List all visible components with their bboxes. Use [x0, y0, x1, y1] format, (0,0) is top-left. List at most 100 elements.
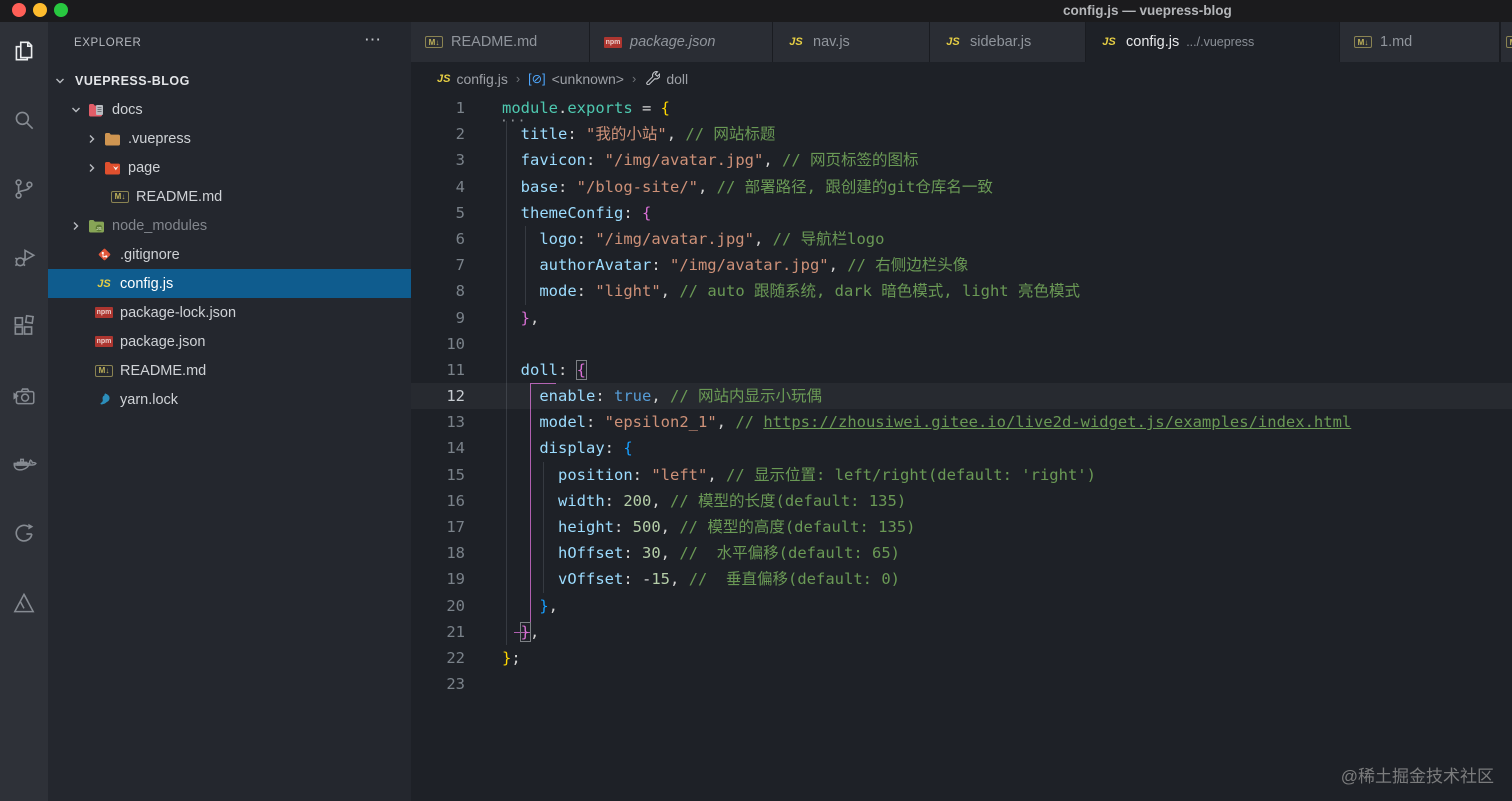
code-line[interactable]: 6 logo: "/img/avatar.jpg", // 导航栏logo [411, 226, 1512, 252]
code-line[interactable]: 16 width: 200, // 模型的长度(default: 135) [411, 488, 1512, 514]
explorer-tab[interactable] [0, 26, 48, 76]
wrench-icon [644, 69, 661, 88]
source-control-tab[interactable] [0, 164, 48, 214]
code-line[interactable]: 7 authorAvatar: "/img/avatar.jpg", // 右侧… [411, 252, 1512, 278]
code-line[interactable]: 18 hOffset: 30, // 水平偏移(default: 65) [411, 540, 1512, 566]
code-text: doll: { [520, 359, 588, 380]
sidebar-explorer: EXPLORER ⋯ VUEPRESS-BLOG docs .vuepress [48, 22, 411, 801]
tree-item-package-lock[interactable]: npm package-lock.json [48, 298, 411, 327]
code-line[interactable]: 23 [411, 671, 1512, 697]
gitlens-tab[interactable] [0, 509, 48, 559]
tab-partial[interactable]: M↓ [1500, 22, 1512, 62]
search-tab[interactable] [0, 95, 48, 145]
tree-item-page[interactable]: page [48, 153, 411, 182]
line-number: 19 [446, 570, 465, 589]
node-modules-folder-icon: JS [87, 218, 105, 234]
line-number: 14 [446, 439, 465, 458]
code-line[interactable]: 2 title: "我的小站", // 网站标题 [411, 121, 1512, 147]
chevron-separator-icon: › [515, 71, 521, 86]
tree-item-node-modules[interactable]: JS node_modules [48, 211, 411, 240]
breadcrumb: JS config.js › [⊘] <unknown> › doll [411, 62, 1512, 95]
line-number: 6 [455, 229, 465, 248]
tab-nav-js[interactable]: JS nav.js [773, 22, 930, 62]
tab-1-md[interactable]: M↓ 1.md [1340, 22, 1500, 62]
tab-config-js[interactable]: JS config.js .../.vuepress [1086, 22, 1340, 62]
tab-detail: .../.vuepress [1186, 35, 1255, 49]
code-line[interactable]: 10 [411, 331, 1512, 357]
code-line[interactable]: 12 enable: true, // 网站内显示小玩偶 [411, 383, 1512, 410]
code-line[interactable]: 8 mode: "light", // auto 跟随系统, dark 暗色模式… [411, 278, 1512, 304]
tab-label: README.md [451, 34, 538, 50]
code-editor[interactable]: ··· 1 module.exports = {2 title: "我的小站", … [411, 95, 1512, 801]
tab-sidebar-js[interactable]: JS sidebar.js [930, 22, 1086, 62]
codesnap-tab[interactable] [0, 371, 48, 421]
yarn-icon [95, 392, 113, 408]
tree-item-config-js[interactable]: JS config.js [48, 269, 411, 298]
js-icon: JS [437, 72, 451, 85]
line-number: 4 [455, 177, 465, 196]
svg-text:JS: JS [96, 226, 102, 231]
line-number: 1 [455, 99, 465, 117]
run-debug-tab[interactable] [0, 233, 48, 283]
code-line[interactable]: 4 base: "/blog-site/", // 部署路径, 跟创建的git仓… [411, 174, 1512, 200]
code-line[interactable]: 14 display: { [411, 435, 1512, 461]
breadcrumb-file[interactable]: JS config.js [437, 71, 508, 87]
code-line[interactable]: 9 }, [411, 305, 1512, 331]
js-icon: JS [789, 36, 803, 48]
source-control-icon [11, 176, 37, 202]
line-number: 15 [446, 465, 465, 484]
code-text: height: 500, // 模型的高度(default: 135) [558, 518, 916, 536]
code-text: authorAvatar: "/img/avatar.jpg", // 右侧边栏… [539, 256, 969, 275]
code-line[interactable]: 11 doll: { [411, 357, 1512, 383]
tree-item-gitignore[interactable]: .gitignore [48, 240, 411, 269]
tree-item-label: node_modules [112, 217, 208, 234]
tab-readme-md[interactable]: M↓ README.md [411, 22, 590, 62]
tree-item-package-json[interactable]: npm package.json [48, 327, 411, 356]
git-icon [95, 247, 113, 263]
folder-icon [103, 131, 121, 147]
breadcrumb-doll[interactable]: doll [644, 69, 688, 88]
code-line[interactable]: 5 themeConfig: { [411, 200, 1512, 226]
docs-folder-icon [87, 102, 105, 118]
code-line[interactable]: 13 model: "epsilon2_1", // https://zhous… [411, 409, 1512, 435]
maximize-window-icon[interactable] [54, 3, 68, 17]
code-line[interactable]: 21 }, [411, 619, 1512, 645]
line-number: 10 [446, 334, 465, 353]
tree-item-readme-docs[interactable]: M↓ README.md [48, 182, 411, 211]
close-window-icon[interactable] [12, 3, 26, 17]
markdown-icon: M↓ [1354, 36, 1372, 48]
file-tree: VUEPRESS-BLOG docs .vuepress page M↓ REA… [48, 66, 411, 414]
gitlens-icon [11, 521, 37, 547]
code-line[interactable]: 19 vOffset: -15, // 垂直偏移(default: 0) [411, 566, 1512, 592]
search-icon [11, 107, 37, 133]
tab-package-json[interactable]: npm package.json [590, 22, 773, 62]
js-icon: JS [97, 277, 111, 290]
tree-item-label: package-lock.json [120, 304, 237, 321]
tab-label: nav.js [813, 34, 850, 50]
tree-item-readme-root[interactable]: M↓ README.md [48, 356, 411, 385]
tree-item-vuepress[interactable]: .vuepress [48, 124, 411, 153]
explorer-actions-icon[interactable]: ⋯ [364, 30, 383, 50]
chevron-right-icon [68, 218, 84, 234]
code-line[interactable]: 20 }, [411, 593, 1512, 619]
minimize-window-icon[interactable] [33, 3, 47, 17]
tree-root-vuepress-blog[interactable]: VUEPRESS-BLOG [48, 66, 411, 95]
breadcrumb-symbol[interactable]: [⊘] <unknown> [528, 71, 624, 87]
code-line[interactable]: 22}; [411, 645, 1512, 671]
tree-item-yarn-lock[interactable]: yarn.lock [48, 385, 411, 414]
extensions-tab[interactable] [0, 302, 48, 352]
code-line[interactable]: 17 height: 500, // 模型的高度(default: 135) [411, 514, 1512, 540]
chevron-right-icon [84, 160, 100, 176]
docker-tab[interactable] [0, 440, 48, 490]
line-number: 21 [446, 622, 465, 641]
npm-icon: npm [95, 336, 113, 347]
code-line[interactable]: 15 position: "left", // 显示位置: left/right… [411, 462, 1512, 488]
code-text: }, [519, 621, 540, 642]
code-line[interactable]: 1 module.exports = { [411, 95, 1512, 121]
tree-item-docs[interactable]: docs [48, 95, 411, 124]
line-number: 23 [446, 675, 465, 694]
tour-tab[interactable] [0, 578, 48, 628]
tree-item-label: README.md [136, 188, 223, 205]
code-line[interactable]: 3 favicon: "/img/avatar.jpg", // 网页标签的图标 [411, 147, 1512, 173]
